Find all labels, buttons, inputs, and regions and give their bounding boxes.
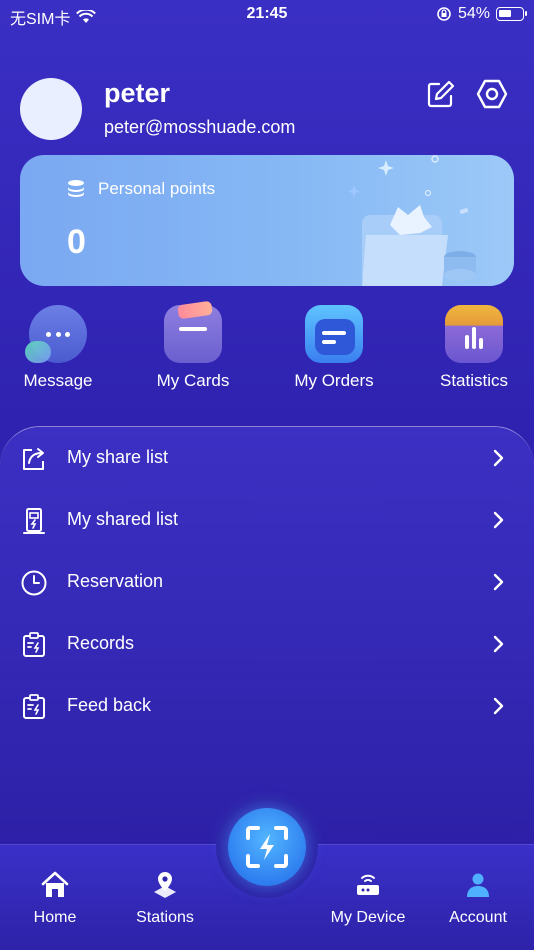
chevron-right-icon: [493, 511, 504, 529]
share-icon: [23, 448, 44, 470]
tab-my-device[interactable]: My Device: [318, 870, 418, 927]
menu-item-label: My shared list: [67, 509, 179, 529]
scan-charge-icon: [246, 826, 288, 868]
menu-item-label: My share list: [67, 447, 169, 467]
quick-action-my-orders[interactable]: My Orders: [279, 305, 389, 391]
menu-item-records[interactable]: Records: [0, 613, 534, 675]
feedback-icon: [23, 694, 45, 719]
user-name: peter: [104, 78, 171, 108]
points-value: 0: [67, 223, 86, 261]
battery-icon: [496, 7, 527, 21]
quick-action-my-cards[interactable]: My Cards: [138, 300, 248, 391]
quick-action-label: My Orders: [294, 371, 374, 390]
quick-action-statistics[interactable]: Statistics: [419, 305, 529, 391]
edit-icon[interactable]: [425, 78, 457, 110]
map-pin-icon: [154, 872, 176, 898]
menu-item-label: Reservation: [67, 571, 164, 591]
tab-account[interactable]: Account: [428, 870, 528, 927]
menu-item-label: Feed back: [67, 695, 152, 715]
charger-icon: [23, 508, 45, 534]
folder-illustration-icon: [348, 155, 476, 286]
tab-label: Account: [449, 909, 507, 926]
menu-item-my-share-list[interactable]: My share list: [0, 427, 534, 489]
personal-points-card[interactable]: Personal points 0: [20, 155, 514, 286]
quick-action-message[interactable]: Message: [3, 305, 113, 391]
device-icon: [357, 874, 379, 895]
orders-icon: [305, 305, 363, 363]
message-icon: [25, 305, 87, 363]
tab-home[interactable]: Home: [5, 870, 105, 927]
statistics-icon: [445, 305, 503, 363]
chevron-right-icon: [493, 573, 504, 591]
battery-percent: 54%: [457, 5, 490, 22]
menu-item-reservation[interactable]: Reservation: [0, 551, 534, 613]
quick-action-label: My Cards: [156, 371, 230, 390]
avatar[interactable]: [20, 78, 82, 140]
tab-label: Stations: [136, 909, 194, 926]
records-icon: [23, 632, 45, 657]
tab-stations[interactable]: Stations: [115, 870, 215, 927]
cards-icon: [164, 300, 222, 363]
status-bar: 无SIM卡 21:45 54%: [0, 0, 534, 28]
quick-action-label: Statistics: [439, 371, 509, 390]
user-icon: [467, 873, 489, 897]
user-email: peter@mosshuade.com: [104, 117, 296, 137]
chevron-right-icon: [493, 635, 504, 653]
tab-label: My Device: [330, 909, 406, 926]
menu-item-my-shared-list[interactable]: My shared list: [0, 489, 534, 551]
menu-item-label: Records: [67, 633, 135, 653]
tab-label: Home: [33, 909, 77, 926]
coins-icon: [68, 180, 84, 197]
chevron-right-icon: [493, 449, 504, 467]
chevron-right-icon: [493, 697, 504, 715]
menu-item-feed-back[interactable]: Feed back: [0, 675, 534, 737]
home-icon: [41, 871, 69, 897]
quick-action-label: Message: [23, 371, 93, 390]
settings-icon[interactable]: [476, 78, 508, 110]
scan-button[interactable]: [228, 808, 306, 886]
points-label: Personal points: [98, 179, 216, 198]
rotation-lock-icon: [437, 7, 451, 21]
clock-icon: [21, 570, 47, 596]
